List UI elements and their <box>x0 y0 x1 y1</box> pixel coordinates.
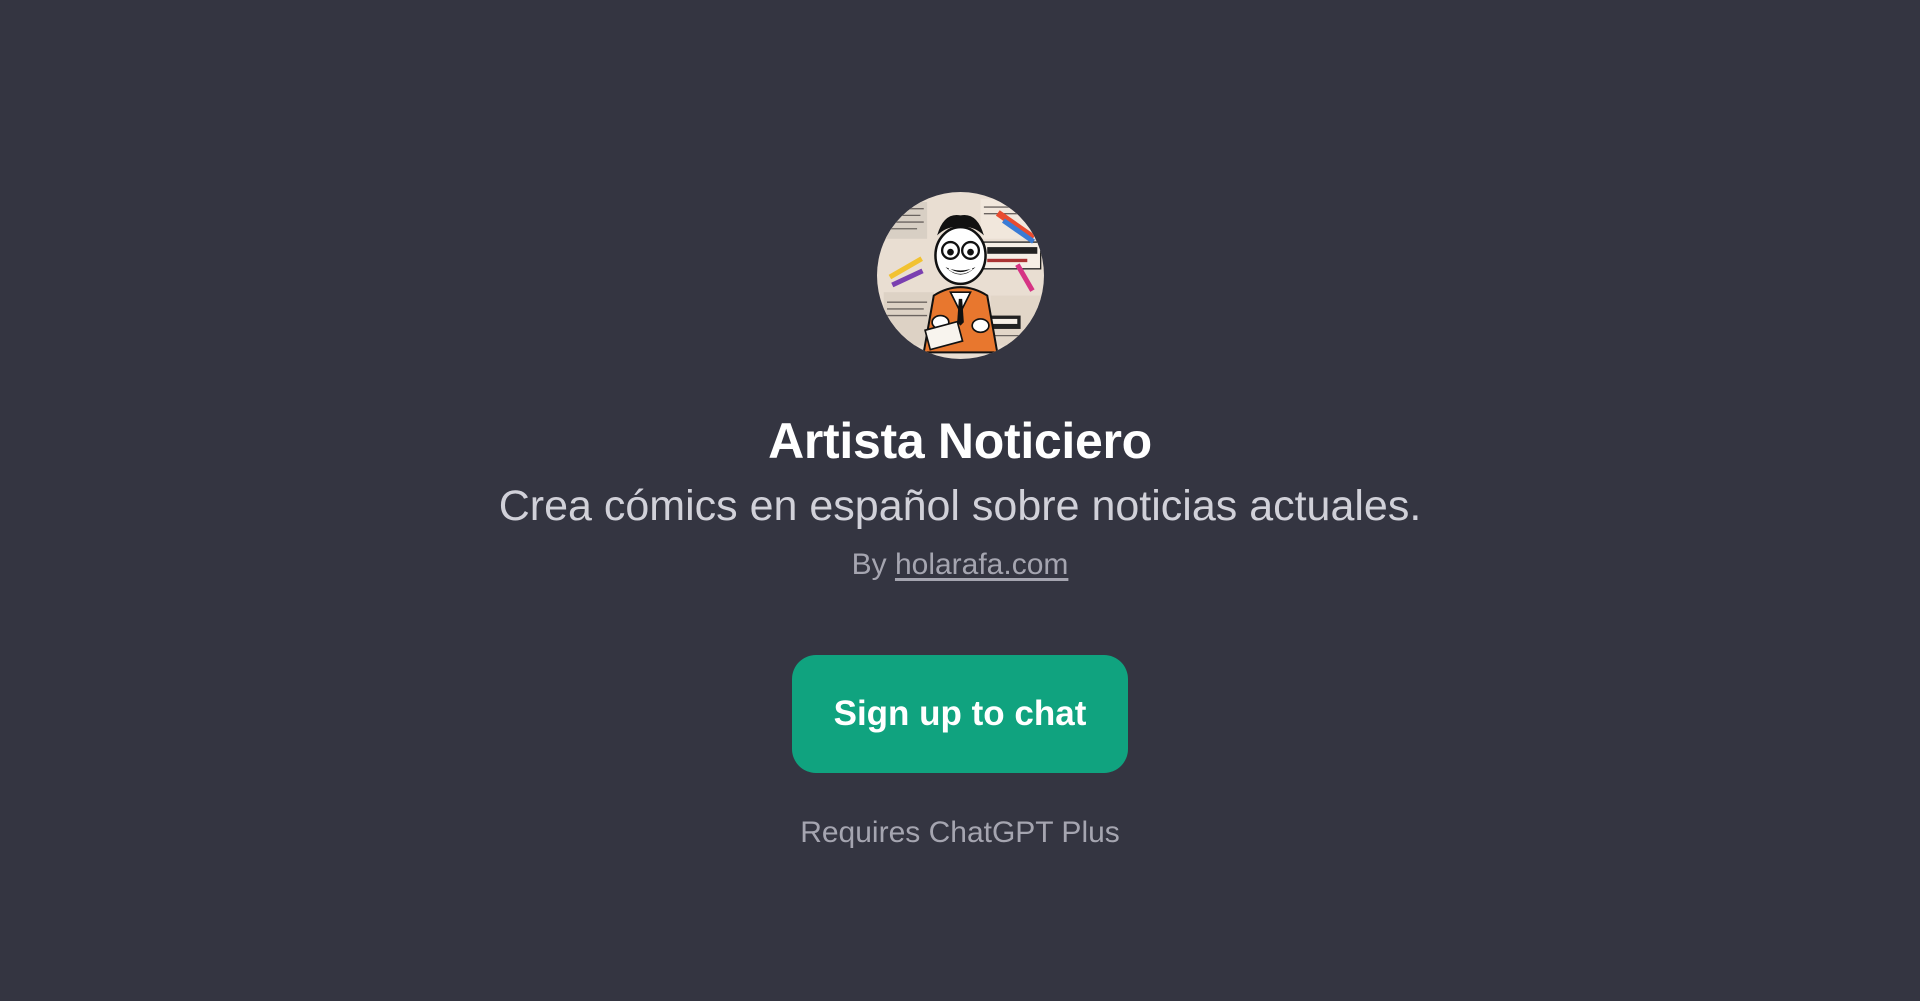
gpt-description: Crea cómics en español sobre noticias ac… <box>498 482 1422 530</box>
gpt-title: Artista Noticiero <box>768 413 1152 469</box>
gpt-avatar-icon <box>876 192 1044 359</box>
author-link[interactable]: holarafa.com <box>895 548 1068 581</box>
sign-up-to-chat-button[interactable]: Sign up to chat <box>792 655 1128 773</box>
gpt-landing-page: Artista Noticiero Crea cómics en español… <box>0 0 1920 1001</box>
author-byline: By holarafa.com <box>852 543 1069 587</box>
plus-requirement-note: Requires ChatGPT Plus <box>800 816 1120 849</box>
byline-prefix: By <box>851 548 887 581</box>
